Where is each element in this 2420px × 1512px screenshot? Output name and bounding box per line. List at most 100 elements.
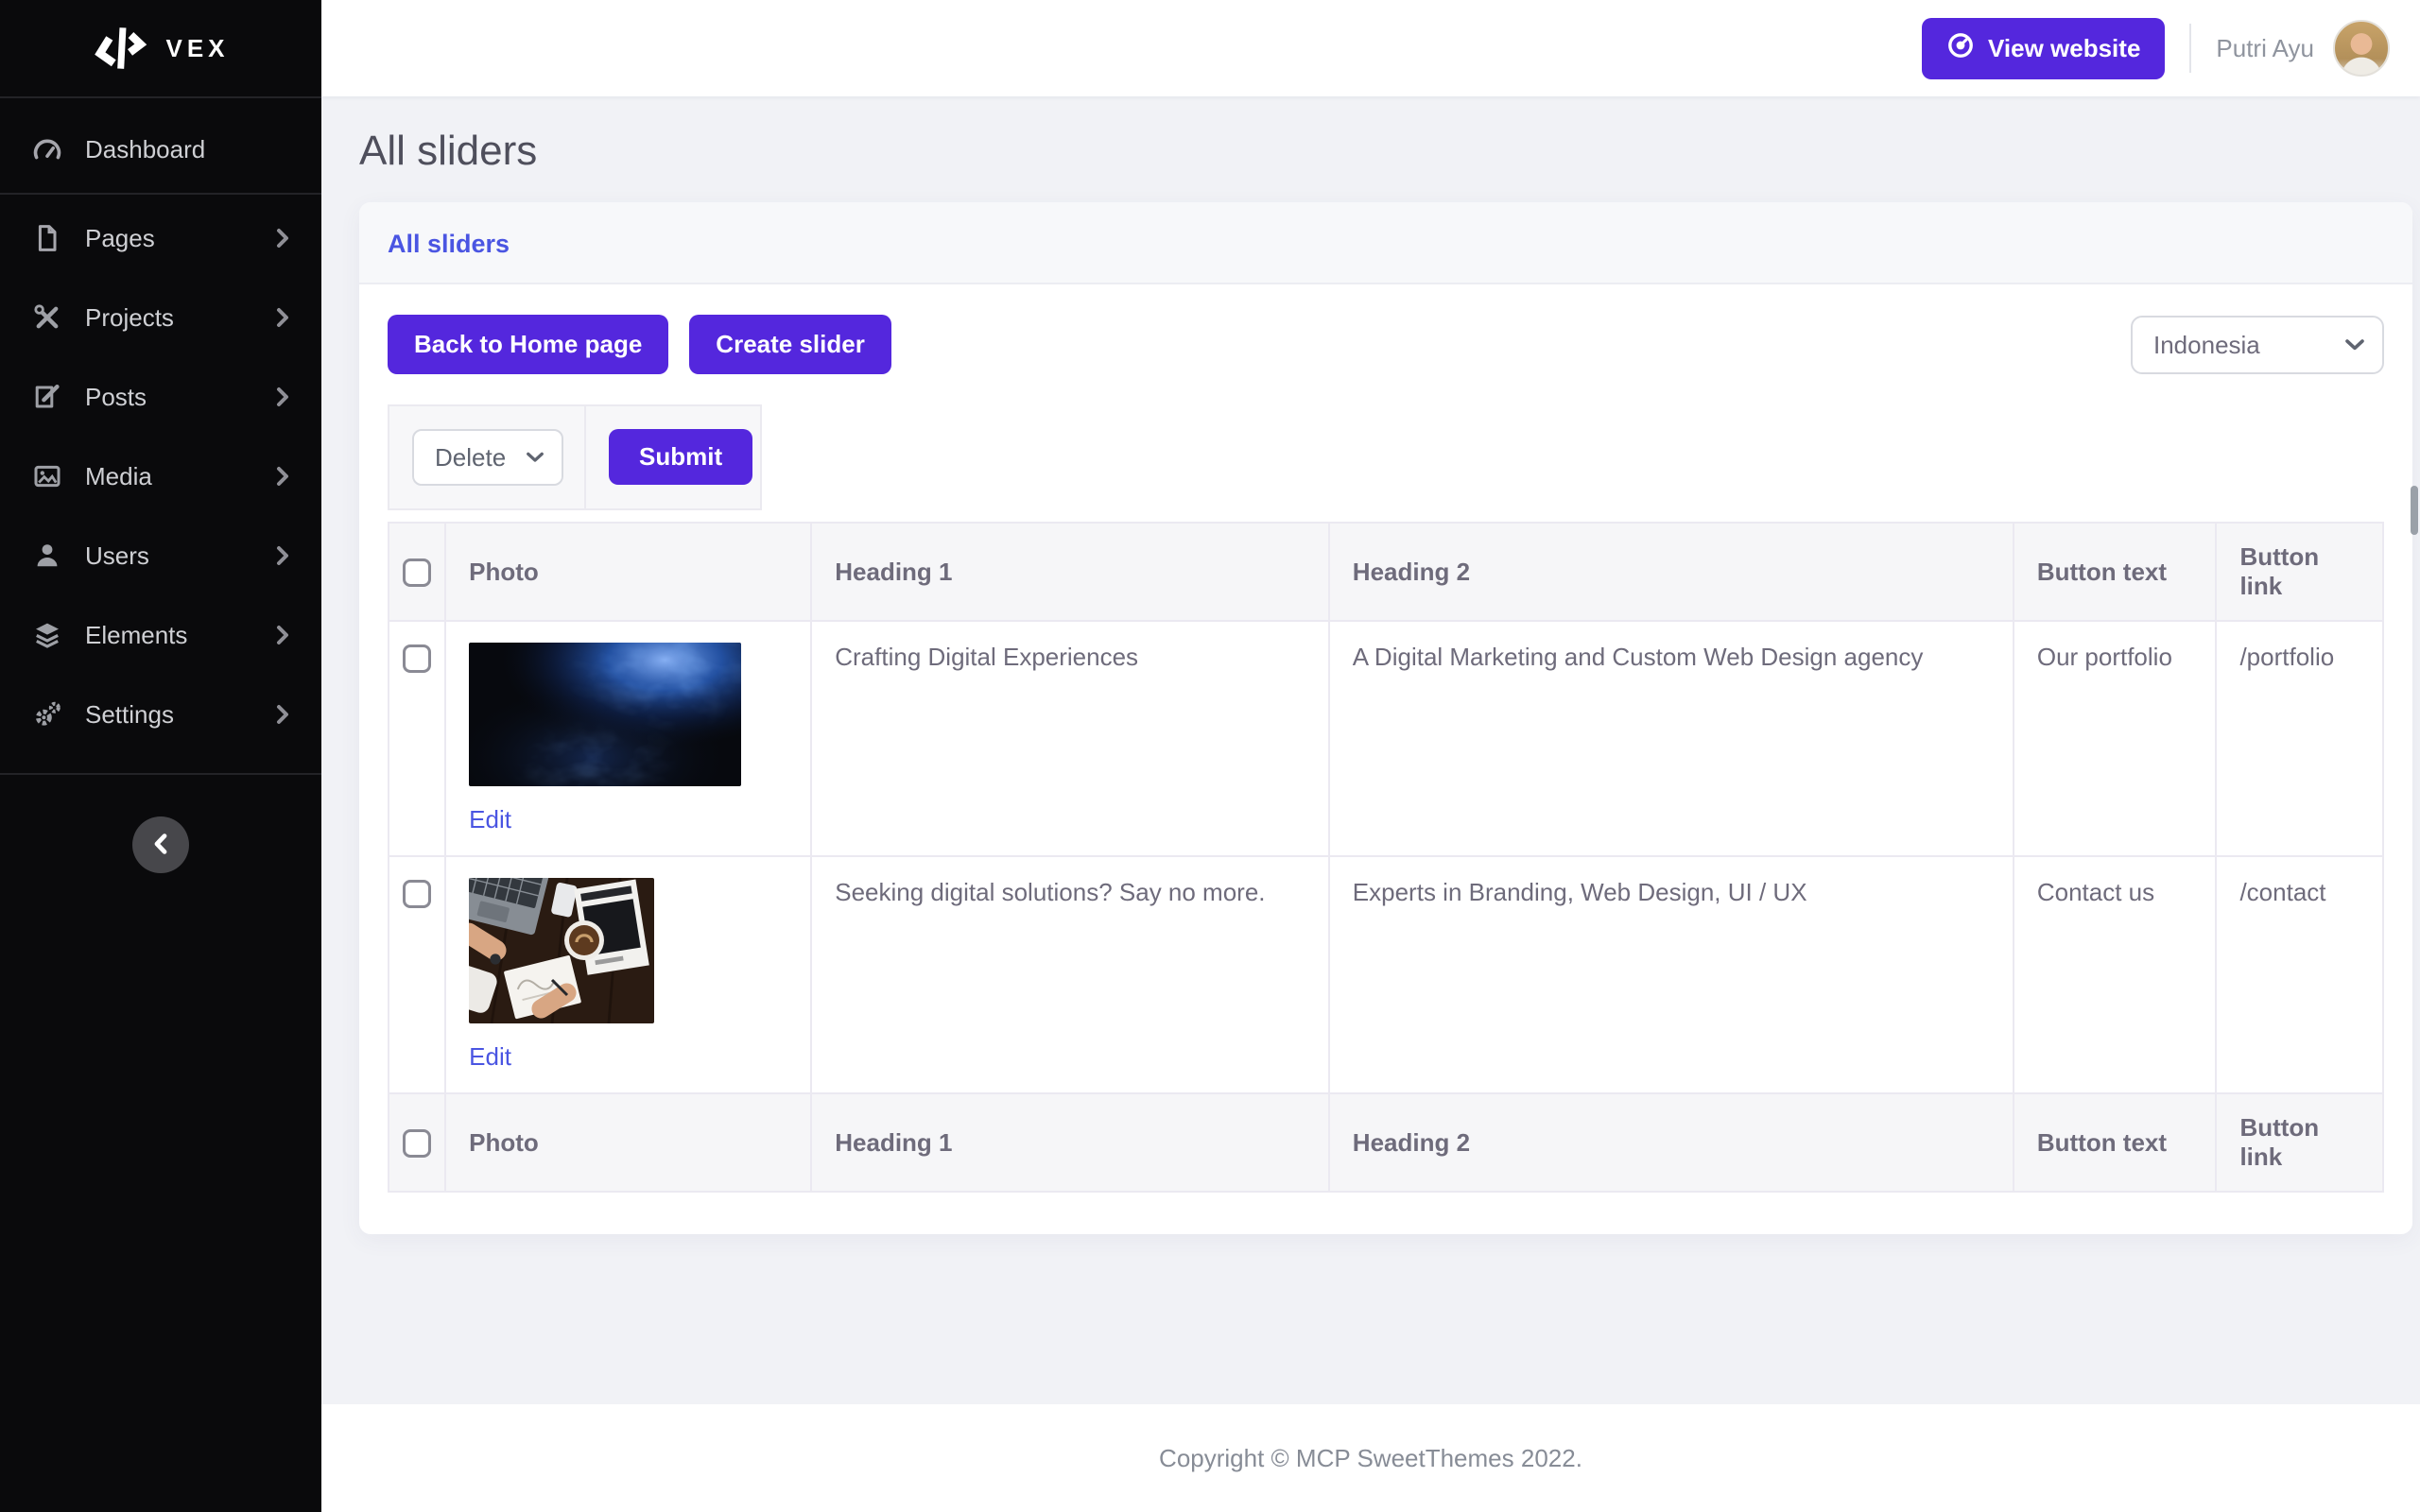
sidebar-item-label: Posts [85, 383, 147, 412]
select-all-checkbox[interactable] [403, 1129, 431, 1158]
sidebar-divider [0, 193, 321, 195]
cell-button-text: Contact us [2014, 856, 2217, 1093]
gears-icon [32, 699, 62, 730]
sliders-table: Photo Heading 1 Heading 2 Button text Bu… [388, 522, 2384, 1193]
view-website-label: View website [1988, 34, 2140, 63]
bulk-submit-cell: Submit [586, 406, 775, 508]
image-icon [32, 461, 62, 491]
copyright-text: Copyright © MCP SweetThemes 2022. [1159, 1444, 1582, 1473]
table-row: Edit Seeking digital solutions? Say no m… [389, 856, 2383, 1093]
app-root: VEX Dashboard Pages [0, 0, 2420, 1512]
col-button-link: Button link [2216, 523, 2383, 621]
gauge-icon [32, 134, 62, 164]
chevron-left-icon [153, 828, 168, 863]
col-heading2: Heading 2 [1329, 1093, 2014, 1192]
row-checkbox[interactable] [403, 644, 431, 673]
card-body: Back to Home page Create slider Indonesi… [359, 284, 2412, 1234]
globe-circle-icon [1946, 31, 1975, 66]
sidebar-item-label: Elements [85, 621, 187, 650]
col-heading1: Heading 1 [811, 1093, 1329, 1192]
cell-button-text: Our portfolio [2014, 621, 2217, 856]
view-website-button[interactable]: View website [1922, 18, 2165, 79]
col-photo: Photo [445, 523, 811, 621]
sidebar-item-settings[interactable]: Settings [0, 675, 321, 754]
language-select-wrap: Indonesia [2131, 316, 2384, 374]
sidebar-item-pages[interactable]: Pages [0, 198, 321, 278]
sidebar-item-label: Media [85, 462, 152, 491]
sidebar-item-dashboard[interactable]: Dashboard [0, 110, 321, 189]
col-button-text: Button text [2014, 523, 2217, 621]
select-all-checkbox[interactable] [403, 558, 431, 587]
sidebar-footer [0, 773, 321, 873]
all-sliders-link[interactable]: All sliders [388, 230, 510, 258]
edit-link[interactable]: Edit [469, 1042, 511, 1072]
back-to-home-button[interactable]: Back to Home page [388, 315, 668, 374]
table-row: Edit Crafting Digital Experiences A Digi… [389, 621, 2383, 856]
cell-button-link: /portfolio [2216, 621, 2383, 856]
page-title: All sliders [359, 123, 2412, 180]
logo-text: VEX [165, 34, 229, 63]
layers-icon [32, 620, 62, 650]
card-header: All sliders [359, 202, 2412, 284]
cell-heading2: A Digital Marketing and Custom Web Desig… [1329, 621, 2014, 856]
topbar-divider [2189, 24, 2191, 73]
chevron-right-icon [276, 625, 289, 645]
cell-heading1: Crafting Digital Experiences [811, 621, 1329, 856]
slider-photo-workspace-desk [469, 878, 654, 1023]
chevron-right-icon [276, 307, 289, 328]
topbar: View website Putri Ayu [321, 0, 2420, 96]
table-footer-row: Photo Heading 1 Heading 2 Button text Bu… [389, 1093, 2383, 1192]
sidebar-item-label: Settings [85, 700, 174, 730]
cell-heading2: Experts in Branding, Web Design, UI / UX [1329, 856, 2014, 1093]
bulk-action-cell: Delete [389, 406, 586, 508]
chevron-right-icon [276, 704, 289, 725]
vex-logo-icon [92, 26, 148, 71]
sidebar-item-elements[interactable]: Elements [0, 595, 321, 675]
col-heading1: Heading 1 [811, 523, 1329, 621]
sidebar-item-users[interactable]: Users [0, 516, 321, 595]
edit-link[interactable]: Edit [469, 805, 511, 834]
sidebar-item-label: Pages [85, 224, 155, 253]
sliders-card: All sliders Back to Home page Create sli… [359, 202, 2412, 1234]
chevron-right-icon [276, 228, 289, 249]
main-area: View website Putri Ayu All sliders All s… [321, 0, 2420, 1512]
table-header-row: Photo Heading 1 Heading 2 Button text Bu… [389, 523, 2383, 621]
sidebar-item-posts[interactable]: Posts [0, 357, 321, 437]
post-edit-icon [32, 382, 62, 412]
person-icon [32, 541, 62, 571]
page-icon [32, 223, 62, 253]
bulk-action-select[interactable]: Delete [412, 429, 563, 486]
slider-photo-abstract-blue-smoke [469, 643, 741, 786]
sidebar: VEX Dashboard Pages [0, 0, 321, 1512]
sidebar-collapse-button[interactable] [132, 816, 189, 873]
scrollbar-thumb[interactable] [2411, 486, 2418, 535]
col-heading2: Heading 2 [1329, 523, 2014, 621]
sidebar-menu: Dashboard Pages Projects [0, 98, 321, 873]
logo: VEX [0, 0, 321, 98]
col-button-link: Button link [2216, 1093, 2383, 1192]
cell-heading1: Seeking digital solutions? Say no more. [811, 856, 1329, 1093]
user-menu[interactable]: Putri Ayu [2216, 20, 2390, 77]
avatar [2333, 20, 2390, 77]
submit-button[interactable]: Submit [609, 429, 752, 485]
actions-row: Back to Home page Create slider Indonesi… [388, 315, 2384, 374]
sidebar-item-projects[interactable]: Projects [0, 278, 321, 357]
cell-button-link: /contact [2216, 856, 2383, 1093]
chevron-right-icon [276, 545, 289, 566]
tools-icon [32, 302, 62, 333]
create-slider-button[interactable]: Create slider [689, 315, 891, 374]
sidebar-item-label: Users [85, 541, 149, 571]
language-select[interactable]: Indonesia [2131, 316, 2384, 374]
content: All sliders All sliders Back to Home pag… [321, 96, 2420, 1404]
sidebar-item-label: Projects [85, 303, 174, 333]
chevron-right-icon [276, 387, 289, 407]
row-checkbox[interactable] [403, 880, 431, 908]
bulk-actions-box: Delete Submit [388, 404, 762, 510]
page-footer: Copyright © MCP SweetThemes 2022. [321, 1404, 2420, 1512]
sidebar-item-label: Dashboard [85, 135, 205, 164]
user-name: Putri Ayu [2216, 34, 2314, 63]
sidebar-item-media[interactable]: Media [0, 437, 321, 516]
col-button-text: Button text [2014, 1093, 2217, 1192]
chevron-right-icon [276, 466, 289, 487]
col-photo: Photo [445, 1093, 811, 1192]
